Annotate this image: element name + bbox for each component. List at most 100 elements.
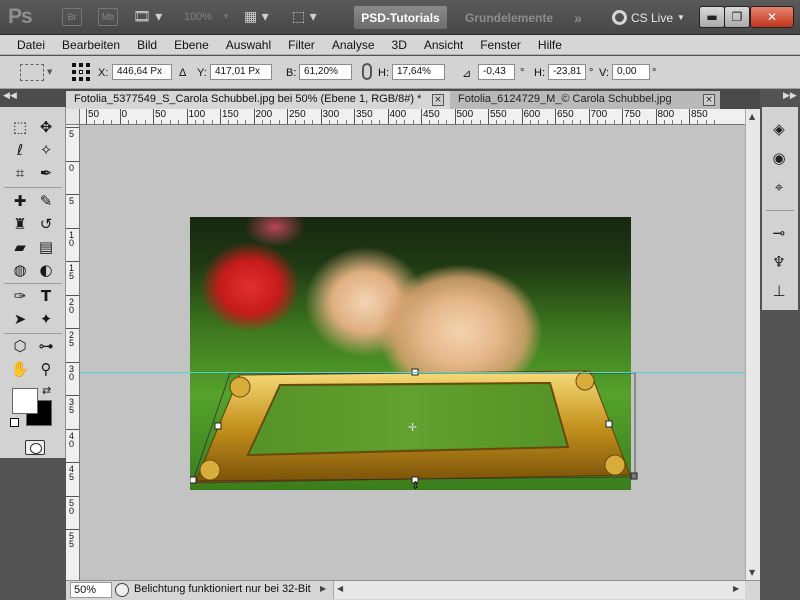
menu-hilfe[interactable]: Hilfe bbox=[533, 38, 567, 52]
zoom-tool[interactable]: ⚲ bbox=[35, 359, 57, 379]
healing-brush-tool[interactable]: ✚ bbox=[9, 191, 31, 211]
crop-tool[interactable]: ⌗ bbox=[9, 163, 31, 183]
menu-auswahl[interactable]: Auswahl bbox=[221, 38, 276, 52]
eraser-tool[interactable]: ▰ bbox=[9, 237, 31, 257]
scroll-down-icon[interactable]: ▼ bbox=[749, 568, 755, 577]
horizontal-skew-field[interactable]: -23,81 bbox=[548, 64, 586, 80]
swap-colors-icon[interactable]: ⇄ bbox=[42, 384, 51, 397]
document-tab-inactive[interactable]: Fotolia_6124729_M_© Carola Schubbel.jpg bbox=[450, 91, 720, 109]
zoom-dropdown-icon[interactable]: ▾ bbox=[224, 8, 229, 26]
close-tab-icon[interactable]: × bbox=[432, 94, 444, 106]
height-field[interactable]: 17,64% bbox=[392, 64, 445, 80]
history-brush-tool[interactable]: ↺ bbox=[35, 214, 57, 234]
zoom-field[interactable]: 50% bbox=[70, 582, 112, 598]
menu-datei[interactable]: Datei bbox=[12, 38, 50, 52]
quick-mask-button[interactable] bbox=[25, 440, 45, 455]
expand-panels-icon[interactable]: ▶▶ bbox=[783, 91, 797, 101]
ruler-tick bbox=[421, 109, 422, 124]
relative-position-icon[interactable]: Δ bbox=[179, 67, 186, 79]
rotation-field[interactable]: -0,43 bbox=[478, 64, 515, 80]
cs-live-button[interactable]: CS Live ▼ bbox=[612, 7, 685, 28]
foreground-color-swatch[interactable] bbox=[12, 388, 38, 414]
zoom-level-display[interactable]: 100% bbox=[184, 11, 212, 23]
default-colors-icon[interactable] bbox=[10, 418, 19, 427]
transformed-frame-layer[interactable]: ⇕ ✛ bbox=[190, 365, 640, 490]
collapse-toolbar-icon[interactable]: ◀◀ bbox=[3, 91, 17, 101]
transform-handle-bottom-left[interactable] bbox=[190, 476, 197, 484]
lasso-tool[interactable]: ℓ bbox=[9, 140, 31, 160]
view-extras-icon[interactable]: 🎞 ▾ bbox=[133, 8, 162, 26]
clone-stamp-tool[interactable]: ♜ bbox=[9, 214, 31, 234]
status-menu-icon[interactable]: ▶ bbox=[320, 584, 326, 593]
ruler-tick bbox=[66, 529, 79, 530]
ruler-origin[interactable] bbox=[66, 109, 80, 125]
scroll-left-icon[interactable]: ◀ bbox=[337, 584, 343, 593]
workspace-psd-tutorials[interactable]: PSD-Tutorials bbox=[354, 6, 447, 29]
paths-icon[interactable]: ⌖ bbox=[766, 176, 792, 198]
menu-fenster[interactable]: Fenster bbox=[475, 38, 526, 52]
panel-divider bbox=[766, 210, 794, 211]
ruler-minor-tick bbox=[538, 120, 540, 124]
blur-tool[interactable]: ◍ bbox=[9, 260, 31, 280]
gradient-tool[interactable]: ▤ bbox=[35, 237, 57, 257]
document-tab-active[interactable]: Fotolia_5377549_S_Carola Schubbel.jpg be… bbox=[66, 91, 450, 109]
arrange-documents-icon[interactable]: ▦ ▾ bbox=[244, 8, 269, 26]
adjustments-icon[interactable]: ⊸ bbox=[766, 222, 792, 244]
transform-handle-right[interactable] bbox=[605, 420, 613, 428]
layers-icon[interactable]: ◈ bbox=[766, 118, 792, 140]
stamp-icon[interactable]: ⊥ bbox=[766, 280, 792, 302]
type-tool[interactable]: T bbox=[35, 286, 57, 306]
channels-icon[interactable]: ◉ bbox=[766, 147, 792, 169]
screen-mode-icon[interactable]: ⬚ ▾ bbox=[292, 8, 317, 26]
reference-point-grid[interactable] bbox=[72, 63, 90, 81]
menu-analyse[interactable]: Analyse bbox=[327, 38, 380, 52]
path-selection-tool[interactable]: ➤ bbox=[9, 309, 31, 329]
menu-filter[interactable]: Filter bbox=[283, 38, 320, 52]
pen-tool[interactable]: ✑ bbox=[9, 286, 31, 306]
puppet-icon[interactable]: ♆ bbox=[766, 251, 792, 273]
vertical-ruler[interactable]: 50510152025303540455055 bbox=[66, 125, 80, 580]
close-tab-icon[interactable]: × bbox=[703, 94, 715, 106]
transform-handle-left[interactable] bbox=[214, 422, 222, 430]
3d-rotate-tool[interactable]: ⬡ bbox=[9, 336, 31, 356]
menu-bild[interactable]: Bild bbox=[132, 38, 162, 52]
3d-camera-tool[interactable]: ⊶ bbox=[35, 336, 57, 356]
y-position-field[interactable]: 417,01 Px bbox=[210, 64, 272, 80]
custom-shape-tool[interactable]: ✦ bbox=[35, 309, 57, 329]
menu-ansicht[interactable]: Ansicht bbox=[419, 38, 468, 52]
eyedropper-tool[interactable]: ✒ bbox=[35, 163, 57, 183]
close-button[interactable]: ✕ bbox=[750, 6, 794, 28]
restore-button[interactable]: ❐ bbox=[724, 6, 750, 28]
horizontal-ruler[interactable]: 50 0 50 100 150 200 250 300 350 400 450 500 550 600 65… bbox=[80, 109, 745, 125]
workspace-grundelemente[interactable]: Grundelemente bbox=[455, 6, 563, 29]
dodge-tool[interactable]: ◐ bbox=[35, 260, 57, 280]
photoshop-logo: Ps bbox=[8, 5, 33, 28]
chevron-down-icon[interactable]: ▼ bbox=[47, 68, 52, 76]
move-tool[interactable]: ✥ bbox=[35, 117, 57, 137]
hand-tool[interactable]: ✋ bbox=[9, 359, 31, 379]
magic-wand-tool[interactable]: ✧ bbox=[35, 140, 57, 160]
ruler-minor-tick bbox=[203, 120, 205, 124]
vertical-scrollbar[interactable]: ▲ ▼ bbox=[745, 109, 760, 580]
scroll-right-icon[interactable]: ▶ bbox=[733, 584, 739, 593]
menu-bearbeiten[interactable]: Bearbeiten bbox=[57, 38, 125, 52]
link-icon[interactable] bbox=[362, 63, 372, 80]
width-field[interactable]: 61,20% bbox=[299, 64, 352, 80]
transform-handle-bottom-right[interactable] bbox=[630, 472, 638, 480]
minimize-button[interactable]: ▬ bbox=[699, 6, 725, 28]
menu-ebene[interactable]: Ebene bbox=[169, 38, 214, 52]
brush-tool[interactable]: ✎ bbox=[35, 191, 57, 211]
status-info-icon[interactable] bbox=[115, 583, 129, 597]
guide-line[interactable] bbox=[80, 372, 745, 373]
mini-bridge-button[interactable]: Mb bbox=[98, 8, 118, 26]
marquee-tool[interactable]: ⬚ bbox=[9, 117, 31, 137]
bridge-button[interactable]: Br bbox=[62, 8, 82, 26]
more-workspaces-button[interactable]: » bbox=[568, 6, 588, 29]
horizontal-scrollbar[interactable]: ◀ bbox=[333, 581, 745, 599]
x-position-field[interactable]: 446,64 Px bbox=[112, 64, 172, 80]
menu-3d[interactable]: 3D bbox=[387, 38, 412, 52]
scroll-up-icon[interactable]: ▲ bbox=[749, 112, 755, 121]
vertical-skew-field[interactable]: 0,00 bbox=[612, 64, 650, 80]
ruler-minor-tick bbox=[705, 120, 707, 124]
tool-preset-picker[interactable] bbox=[20, 64, 44, 81]
